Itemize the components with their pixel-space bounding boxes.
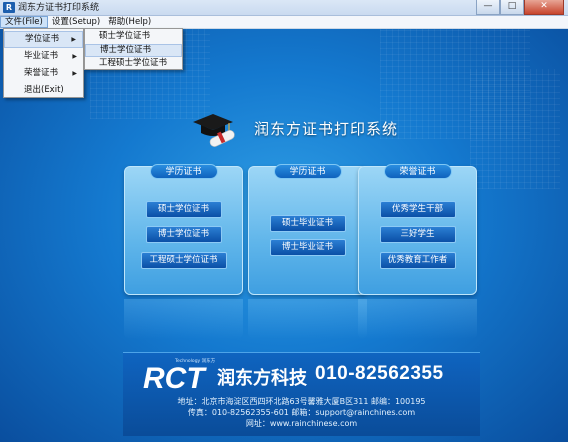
window-title: 润东方证书打印系统 <box>18 3 100 13</box>
website-line: 网址：www.rainchinese.com <box>245 419 358 428</box>
menu-item-label: 荣誉证书 <box>24 68 59 78</box>
window-controls: — □ ✕ <box>476 0 564 15</box>
company-name: 润东方科技 <box>217 368 307 389</box>
doctor-degree-button[interactable]: 博士学位证书 <box>145 226 222 243</box>
rct-logo: RCT <box>143 362 207 391</box>
panel-header: 学历证书 <box>273 164 342 179</box>
master-graduation-button[interactable]: 硕士毕业证书 <box>269 215 346 232</box>
submenu-arrow-icon: ▶ <box>72 53 77 60</box>
master-degree-button[interactable]: 硕士学位证书 <box>145 201 222 218</box>
panel-reflection <box>248 299 367 339</box>
menu-file[interactable]: 文件(File) <box>0 16 48 28</box>
merit-student-button[interactable]: 三好学生 <box>379 226 456 243</box>
close-button[interactable]: ✕ <box>524 0 564 15</box>
panel-reflection <box>124 299 243 339</box>
degree-certificate-panel: 学历证书 硕士学位证书 博士学位证书 工程硕士学位证书 <box>124 164 243 295</box>
outstanding-student-cadre-button[interactable]: 优秀学生干部 <box>379 201 456 218</box>
logo-tagline: Technology 润东方 <box>175 359 216 364</box>
submenu-doctor-degree[interactable]: 博士学位证书 <box>85 43 182 57</box>
menu-graduation-certificate[interactable]: 毕业证书 ▶ <box>4 48 83 65</box>
rct-logo-text: RCT <box>143 362 207 391</box>
engineering-master-degree-button[interactable]: 工程硕士学位证书 <box>140 252 227 269</box>
menu-help[interactable]: 帮助(Help) <box>104 16 155 28</box>
graduation-certificate-panel: 学历证书 硕士毕业证书 博士毕业证书 <box>248 164 367 295</box>
outstanding-educator-button[interactable]: 优秀教育工作者 <box>379 252 456 269</box>
menu-item-label: 退出(Exit) <box>24 85 64 95</box>
degree-submenu: 硕士学位证书 博士学位证书 工程硕士学位证书 <box>84 28 183 70</box>
panel-reflection <box>358 299 477 339</box>
submenu-arrow-icon: ▶ <box>71 36 76 43</box>
panel-header: 学历证书 <box>149 164 218 179</box>
menu-exit[interactable]: 退出(Exit) <box>4 82 83 99</box>
company-footer: RCT Technology 润东方 润东方科技 010-82562355 地址… <box>123 352 480 436</box>
menu-item-label: 学位证书 <box>25 34 60 44</box>
menu-degree-certificate[interactable]: 学位证书 ▶ <box>4 31 83 48</box>
minimize-button[interactable]: — <box>476 0 500 15</box>
address-line: 地址：北京市海淀区西四环北路63号馨雅大厦B区311 邮编：100195 <box>177 397 426 406</box>
main-stage: 润东方证书打印系统 学历证书 硕士学位证书 博士学位证书 工程硕士学位证书 学历… <box>0 29 568 442</box>
honor-certificate-panel: 荣誉证书 优秀学生干部 三好学生 优秀教育工作者 <box>358 164 477 295</box>
menu-honor-certificate[interactable]: 荣誉证书 ▶ <box>4 65 83 82</box>
menu-setup[interactable]: 设置(Setup) <box>48 16 104 28</box>
submenu-engineering-master-degree[interactable]: 工程硕士学位证书 <box>85 57 182 71</box>
title-bar: R 润东方证书打印系统 — □ ✕ <box>0 0 568 16</box>
file-menu-dropdown: 学位证书 ▶ 毕业证书 ▶ 荣誉证书 ▶ 退出(Exit) <box>3 28 84 98</box>
menu-item-label: 毕业证书 <box>24 51 59 61</box>
graduation-cap-icon <box>193 114 235 147</box>
maximize-button[interactable]: □ <box>500 0 524 15</box>
fax-email-line: 传真：010-82562355-601 邮箱：support@rainchine… <box>187 408 416 417</box>
phone-number: 010-82562355 <box>315 363 444 384</box>
app-title: 润东方证书打印系统 <box>254 120 399 138</box>
background-building-art <box>470 69 560 189</box>
panel-header: 荣誉证书 <box>383 164 452 179</box>
doctor-graduation-button[interactable]: 博士毕业证书 <box>269 239 346 256</box>
submenu-master-degree[interactable]: 硕士学位证书 <box>85 30 182 44</box>
submenu-arrow-icon: ▶ <box>72 70 77 77</box>
app-icon: R <box>3 2 15 13</box>
